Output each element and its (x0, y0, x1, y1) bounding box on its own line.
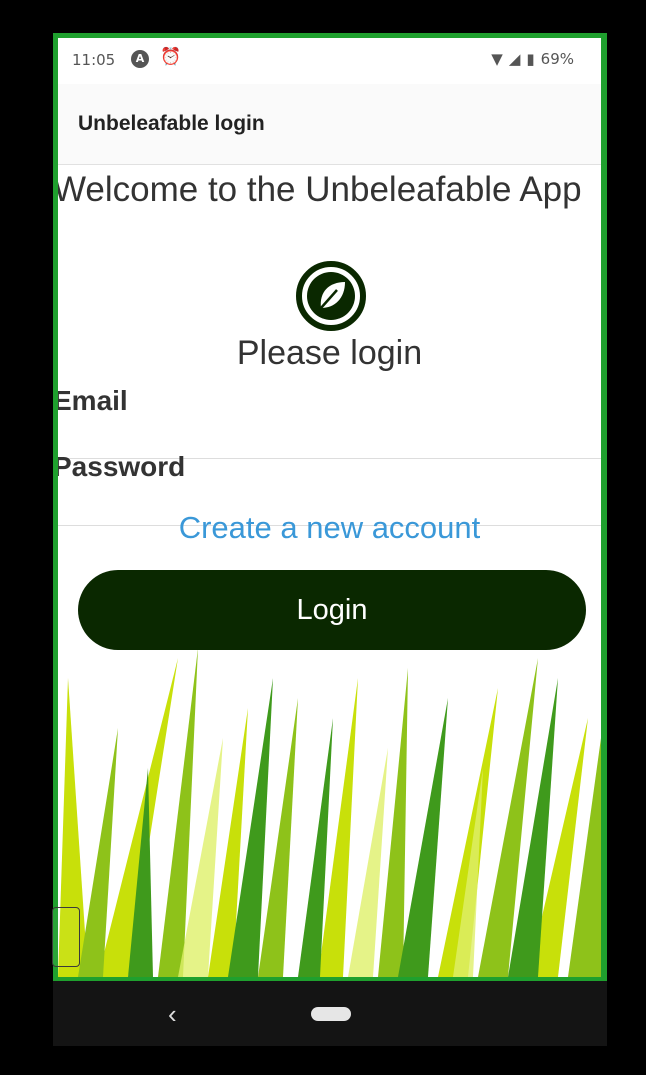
back-chevron-icon[interactable]: ‹ (168, 999, 177, 1030)
page-title: Unbeleafable login (78, 112, 265, 135)
battery-icon: ▮ (526, 50, 535, 68)
home-pill-icon[interactable] (311, 1007, 351, 1021)
welcome-heading: Welcome to the Unbeleafable App (58, 170, 582, 209)
system-nav-bar: ‹ (53, 981, 607, 1046)
password-label: Password (58, 451, 186, 482)
app-header: Unbeleafable login (58, 84, 601, 165)
status-right-group: ▼ ◢ ▮ 69% (491, 50, 574, 68)
wifi-icon: ▼ (491, 50, 503, 68)
side-drawer-handle[interactable] (52, 907, 80, 967)
please-login-text: Please login (236, 334, 423, 372)
grass-background-image (58, 648, 601, 977)
app-screen: 11:05 A ⏰ ▼ ◢ ▮ 69% Unbeleafable login W… (58, 38, 601, 977)
phone-frame: 11:05 A ⏰ ▼ ◢ ▮ 69% Unbeleafable login W… (53, 33, 607, 981)
a-badge-icon: A (131, 50, 149, 68)
email-label: Email (58, 385, 128, 416)
signal-icon: ◢ (508, 50, 521, 68)
alarm-icon: ⏰ (160, 47, 182, 67)
status-time: 11:05 (72, 51, 116, 69)
status-bar: 11:05 A ⏰ ▼ ◢ ▮ 69% (58, 38, 601, 84)
battery-percent: 69% (540, 50, 574, 68)
create-account-link[interactable]: Create a new account (58, 510, 601, 546)
leaf-icon (296, 261, 366, 331)
login-button[interactable]: Login (78, 570, 586, 650)
